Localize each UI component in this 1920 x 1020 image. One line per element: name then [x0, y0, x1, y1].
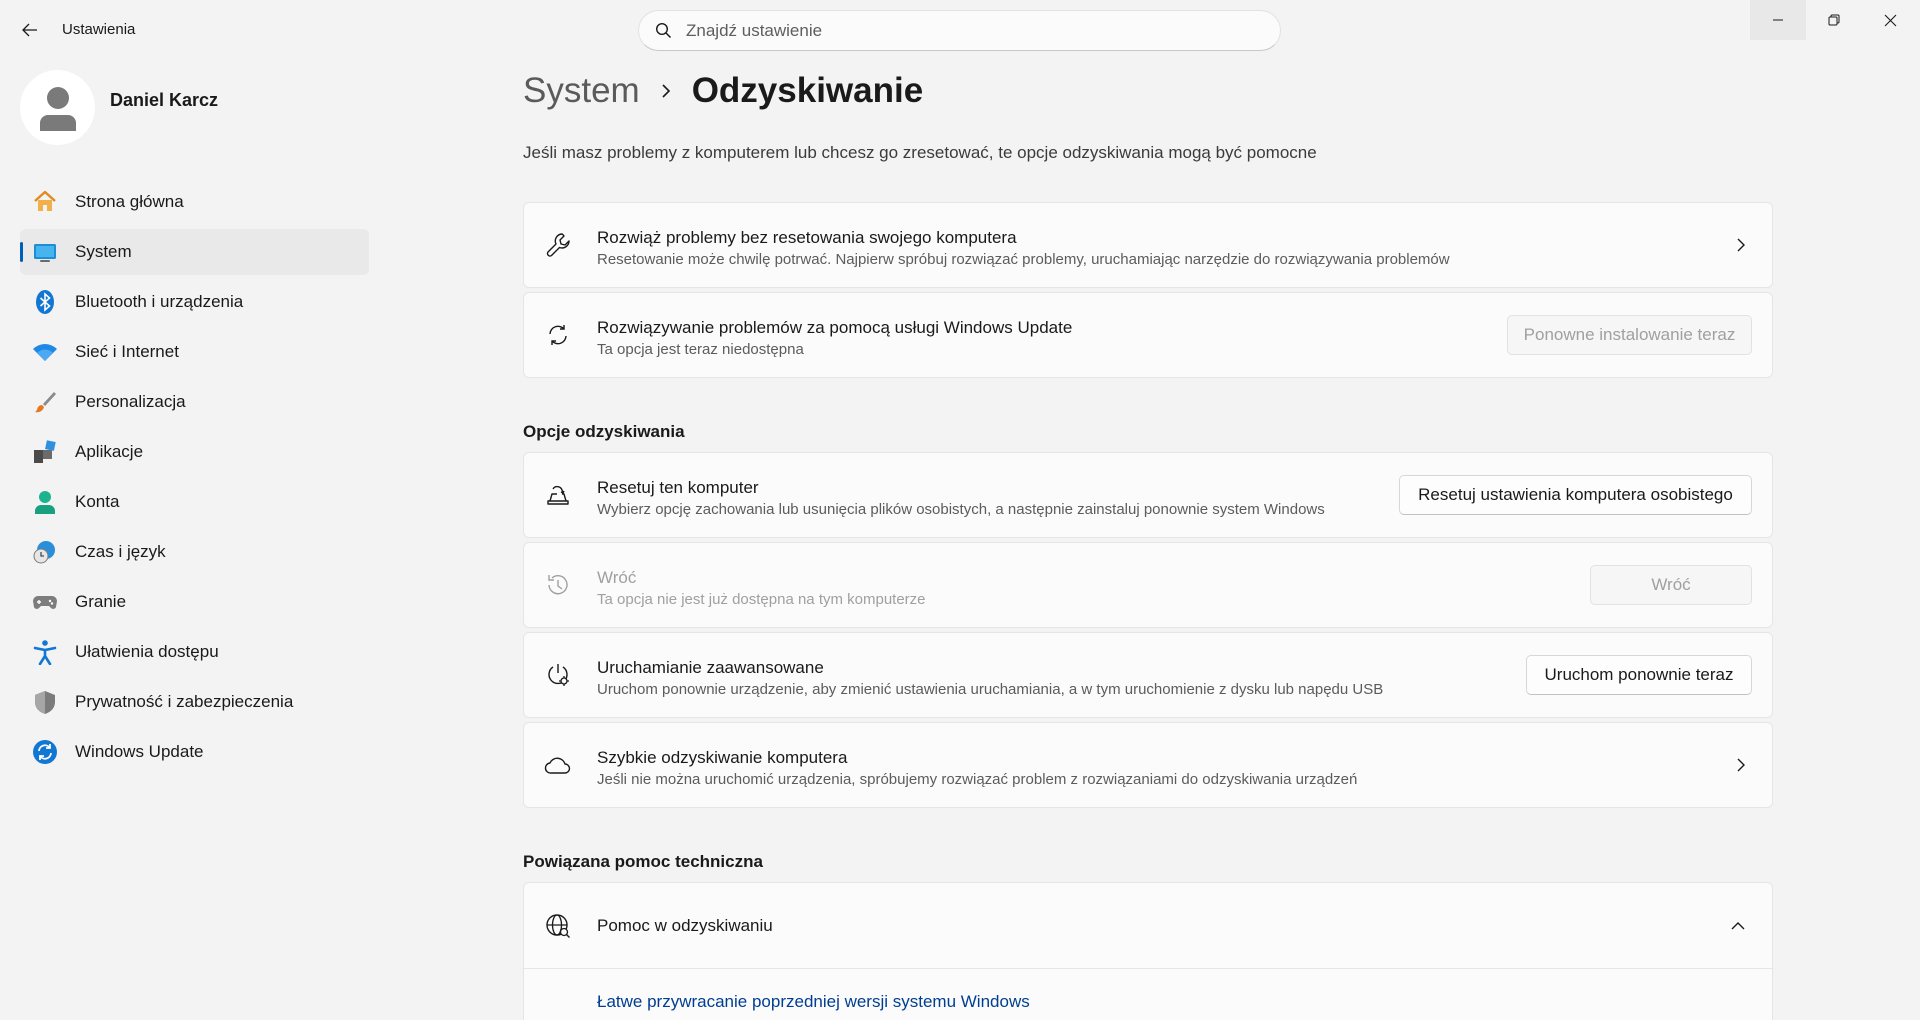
reset-pc-button[interactable]: Resetuj ustawienia komputera osobistego [1399, 475, 1752, 515]
advanced-startup-card: Uruchamianie zaawansowane Uruchom ponown… [523, 632, 1773, 718]
account-icon [32, 489, 58, 515]
sidebar-item-label: Aplikacje [75, 442, 144, 461]
card-title: Rozwiąż problemy bez resetowania swojego… [597, 228, 1017, 247]
page-description: Jeśli masz problemy z komputerem lub chc… [523, 143, 1317, 162]
sidebar-item-label: Czas i język [75, 542, 166, 561]
sidebar-item-apps[interactable]: Aplikacje [20, 429, 369, 475]
go-back-button[interactable]: Wróć [1590, 565, 1752, 605]
card-subtitle: Wybierz opcję zachowania lub usunięcia p… [597, 501, 1325, 518]
chevron-up-icon [1730, 921, 1746, 931]
home-icon [32, 189, 58, 215]
wifi-icon [32, 339, 58, 365]
sidebar-item-label: Ułatwienia dostępu [75, 642, 219, 661]
sidebar-item-label: Strona główna [75, 192, 184, 211]
back-button[interactable] [14, 14, 46, 46]
user-avatar-icon [39, 86, 76, 131]
card-title: Wróć [597, 568, 637, 587]
user-name: Daniel Karcz [110, 90, 219, 110]
card-subtitle: Ta opcja jest teraz niedostępna [597, 341, 804, 358]
card-subtitle: Ta opcja nie jest już dostępna na tym ko… [597, 591, 926, 608]
sidebar-item-time-language[interactable]: Czas i język [20, 529, 369, 575]
user-profile[interactable]: Daniel Karcz [20, 70, 380, 146]
recovery-help-header[interactable]: Pomoc w odzyskiwaniu [524, 883, 1772, 969]
app-title: Ustawienia [62, 21, 136, 38]
globe-search-icon [544, 912, 572, 940]
accessibility-icon [32, 639, 58, 665]
search-box[interactable] [638, 10, 1281, 51]
fix-problems-card[interactable]: Rozwiąż problemy bez resetowania swojego… [523, 202, 1773, 288]
breadcrumb-parent[interactable]: System [523, 71, 640, 111]
sidebar-item-label: Granie [75, 592, 127, 611]
card-subtitle: Resetowanie może chwilę potrwać. Najpier… [597, 251, 1450, 268]
history-icon [544, 571, 572, 599]
windows-update-icon [32, 739, 58, 765]
windows-update-repair-card: Rozwiązywanie problemów za pomocą usługi… [523, 292, 1773, 378]
restore-icon [1828, 14, 1840, 26]
arrow-left-icon [22, 23, 37, 37]
advanced-startup-icon [544, 661, 572, 689]
card-title: Resetuj ten komputer [597, 478, 759, 497]
section-title-related-help: Powiązana pomoc techniczna [523, 852, 763, 871]
sidebar-item-label: Personalizacja [75, 392, 186, 411]
minimize-button[interactable] [1750, 0, 1806, 40]
sidebar-item-bluetooth[interactable]: Bluetooth i urządzenia [20, 279, 369, 325]
sidebar-item-home[interactable]: Strona główna [20, 179, 369, 225]
help-link-rollback[interactable]: Łatwe przywracanie poprzedniej wersji sy… [597, 992, 1030, 1012]
card-title: Rozwiązywanie problemów za pomocą usługi… [597, 318, 1073, 337]
minimize-icon [1773, 19, 1783, 21]
chevron-right-icon [1736, 237, 1746, 253]
sync-icon [544, 321, 572, 349]
system-display-icon [32, 239, 58, 265]
sidebar-item-accessibility[interactable]: Ułatwienia dostępu [20, 629, 369, 675]
sidebar-item-label: Prywatność i zabezpieczenia [75, 692, 294, 711]
search-icon [655, 22, 672, 39]
chevron-right-icon [660, 83, 672, 99]
card-subtitle: Jeśli nie można uruchomić urządzenia, sp… [597, 771, 1358, 788]
reinstall-now-button[interactable]: Ponowne instalowanie teraz [1507, 315, 1752, 355]
page-title: Odzyskiwanie [691, 71, 924, 110]
cloud-icon [544, 751, 572, 779]
chevron-right-icon [1736, 757, 1746, 773]
reset-pc-card: Resetuj ten komputer Wybierz opcję zacho… [523, 452, 1773, 538]
shield-icon [32, 689, 58, 715]
expander-title: Pomoc w odzyskiwaniu [597, 916, 773, 935]
close-button[interactable] [1862, 0, 1918, 40]
reset-pc-icon [544, 481, 572, 509]
sidebar-item-label: Windows Update [75, 742, 204, 761]
close-icon [1884, 14, 1896, 26]
sidebar-item-privacy[interactable]: Prywatność i zabezpieczenia [20, 679, 369, 725]
card-title: Szybkie odzyskiwanie komputera [597, 748, 848, 767]
apps-icon [32, 439, 58, 465]
sidebar-item-windows-update[interactable]: Windows Update [20, 729, 369, 775]
card-subtitle: Uruchom ponownie urządzenie, aby zmienić… [597, 681, 1384, 698]
card-title: Uruchamianie zaawansowane [597, 658, 824, 677]
sidebar-item-label: Konta [75, 492, 120, 511]
section-title-recovery: Opcje odzyskiwania [523, 422, 685, 441]
sidebar-item-gaming[interactable]: Granie [20, 579, 369, 625]
title-bar: Ustawienia [0, 0, 1920, 60]
restore-button[interactable] [1806, 0, 1862, 40]
sidebar-item-personalization[interactable]: Personalizacja [20, 379, 369, 425]
sidebar-item-network[interactable]: Sieć i Internet [20, 329, 369, 375]
restart-now-button[interactable]: Uruchom ponownie teraz [1526, 655, 1752, 695]
breadcrumb: System Odzyskiwanie [523, 71, 923, 111]
sidebar-item-label: Sieć i Internet [75, 342, 179, 361]
sidebar-item-label: System [75, 242, 132, 261]
sidebar-item-label: Bluetooth i urządzenia [75, 292, 244, 311]
wrench-icon [544, 231, 572, 259]
sidebar-nav: Strona główna System Bluetooth i urządze… [20, 179, 369, 779]
gamepad-icon [32, 589, 58, 615]
bluetooth-icon [32, 289, 58, 315]
sidebar-item-accounts[interactable]: Konta [20, 479, 369, 525]
go-back-card: Wróć Ta opcja nie jest już dostępna na t… [523, 542, 1773, 628]
time-language-icon [32, 539, 58, 565]
avatar [20, 70, 95, 145]
brush-icon [32, 389, 58, 415]
quick-recovery-card[interactable]: Szybkie odzyskiwanie komputera Jeśli nie… [523, 722, 1773, 808]
sidebar-item-system[interactable]: System [20, 229, 369, 275]
search-input[interactable] [686, 20, 1246, 41]
